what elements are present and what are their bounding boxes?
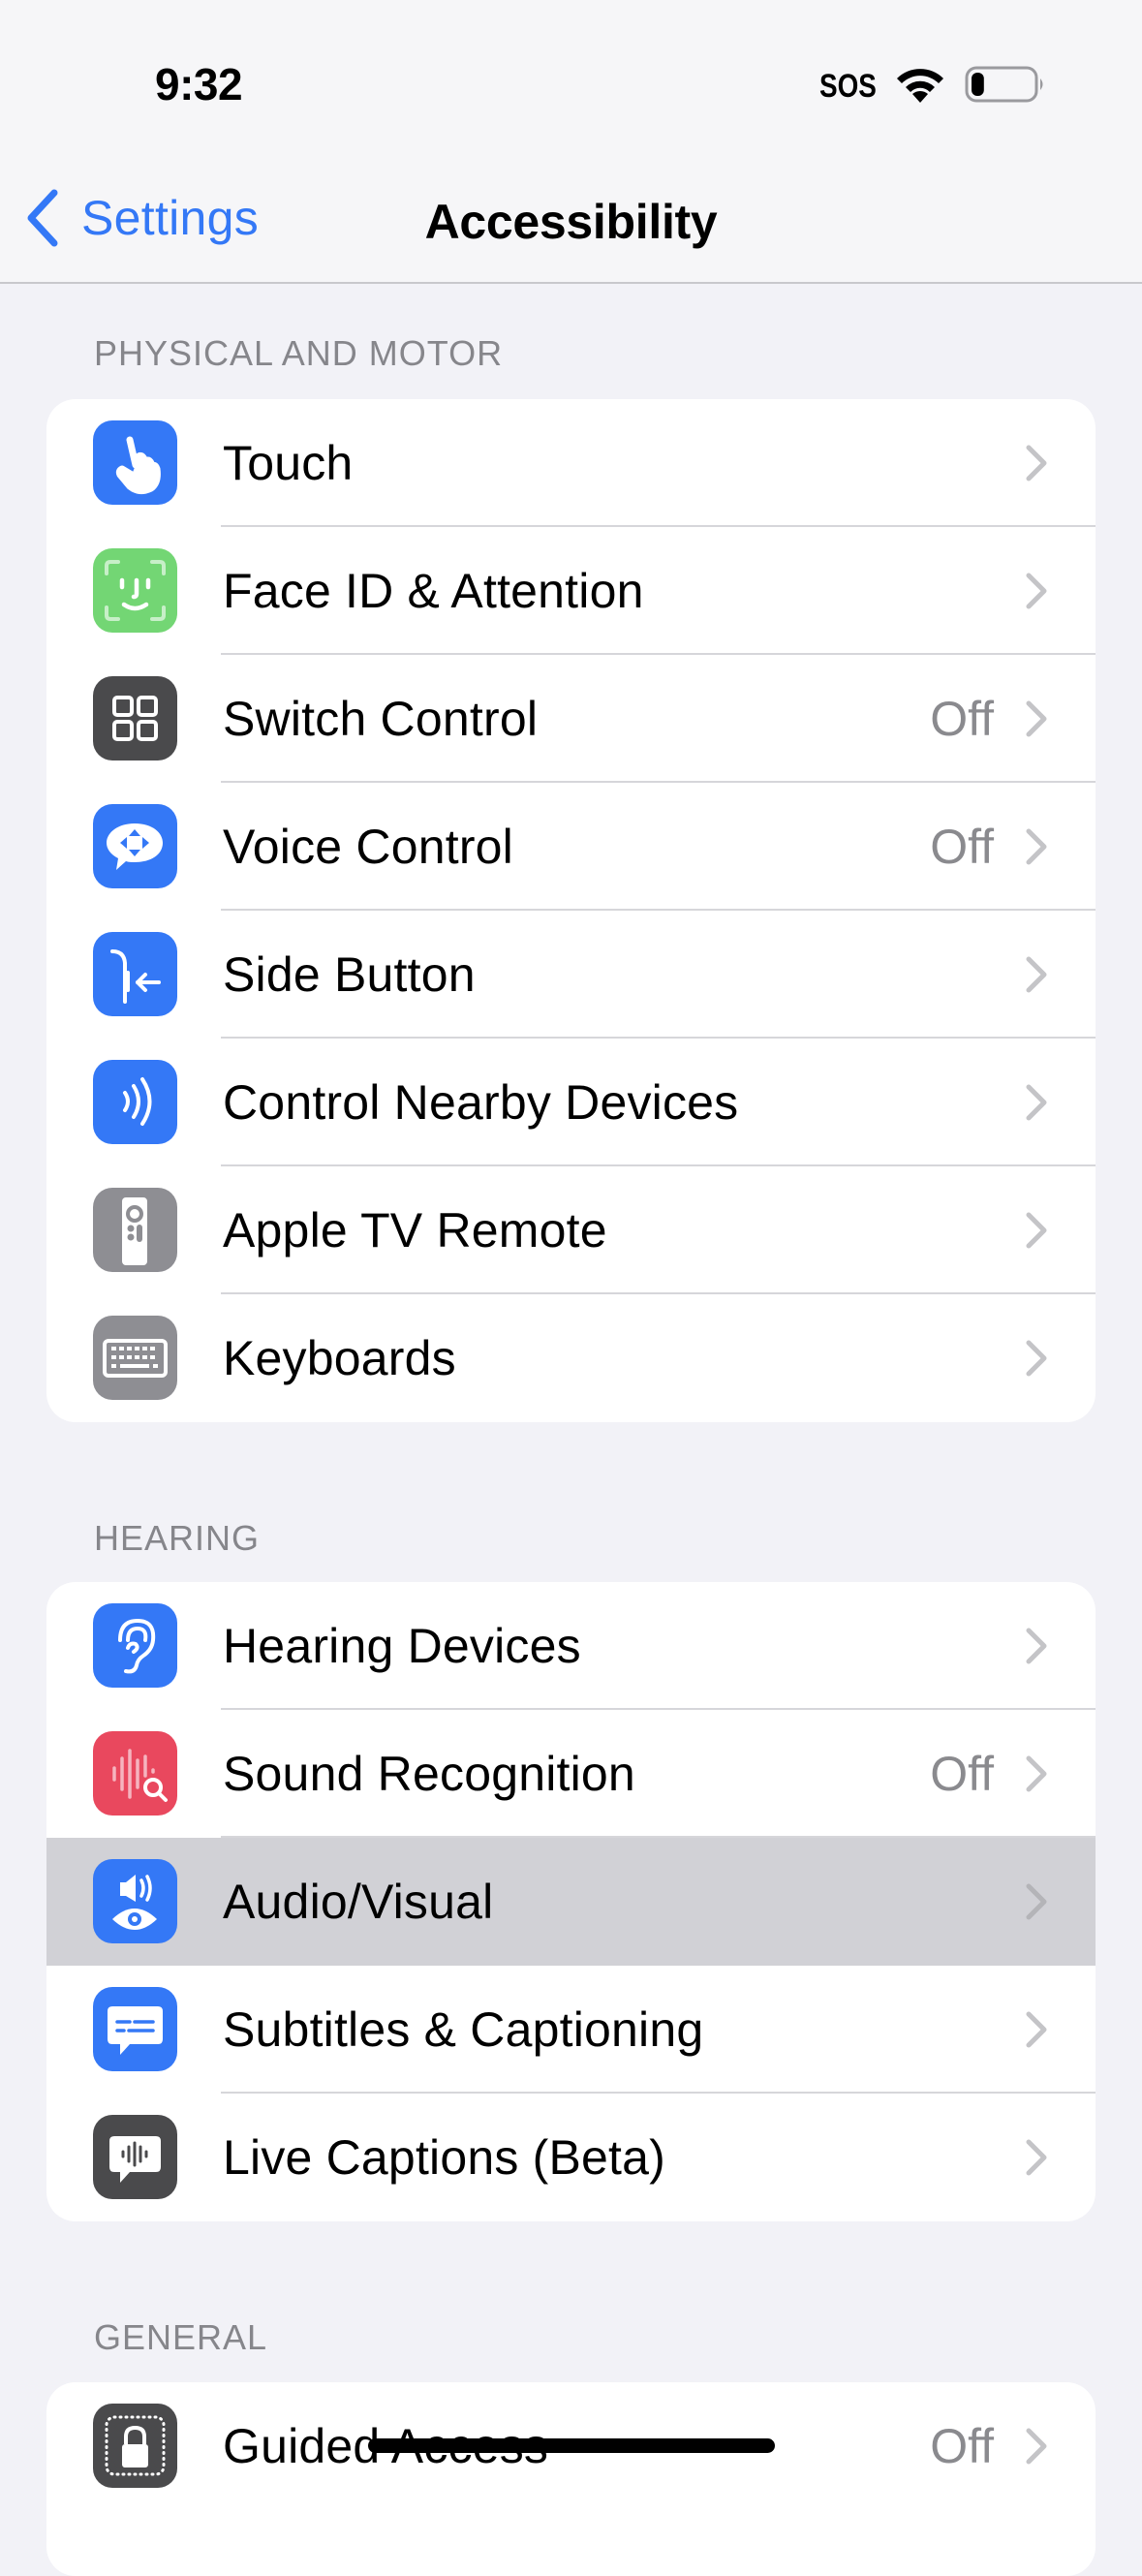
row-label: Hearing Devices <box>223 1619 581 1673</box>
tv-remote-icon <box>93 1188 177 1272</box>
chevron-right-icon <box>1026 828 1047 865</box>
page-title: Accessibility <box>424 195 718 249</box>
status-time: 9:32 <box>155 59 243 109</box>
row-label: Apple TV Remote <box>223 1203 607 1257</box>
nearby-devices-icon <box>93 1060 177 1144</box>
status-bar: 9:32 SOS <box>0 0 1142 145</box>
chevron-right-icon <box>1026 1084 1047 1121</box>
touch-hand-icon <box>93 420 177 505</box>
ear-icon <box>93 1603 177 1688</box>
wifi-icon <box>897 69 943 103</box>
live-captions-icon <box>93 2115 177 2199</box>
row-switch-control[interactable]: Switch Control Off <box>46 655 1096 783</box>
section-header-general: GENERAL <box>94 2317 268 2357</box>
row-side-button[interactable]: Side Button <box>46 911 1096 1039</box>
side-button-icon <box>93 932 177 1016</box>
row-subtitles-captioning[interactable]: Subtitles & Captioning <box>46 1966 1096 2094</box>
battery-icon <box>965 66 1043 103</box>
chevron-right-icon <box>1026 1755 1047 1792</box>
sos-indicator: SOS <box>819 68 877 105</box>
row-label: Touch <box>223 436 354 490</box>
row-voice-control[interactable]: Voice Control Off <box>46 783 1096 911</box>
sound-recognition-icon <box>93 1731 177 1816</box>
row-label: Control Nearby Devices <box>223 1075 739 1130</box>
row-control-nearby-devices[interactable]: Control Nearby Devices <box>46 1039 1096 1166</box>
hearing-list: Hearing Devices Sound Recognition Off Au… <box>46 1582 1096 2221</box>
row-label: Keyboards <box>223 1331 456 1385</box>
chevron-right-icon <box>1026 2428 1047 2465</box>
switch-control-grid-icon <box>93 676 177 760</box>
row-value: Off <box>930 1747 994 1801</box>
keyboard-icon <box>93 1316 177 1400</box>
chevron-right-icon <box>1026 700 1047 737</box>
audio-visual-icon <box>93 1859 177 1943</box>
chevron-right-icon <box>1026 445 1047 481</box>
row-label: Side Button <box>223 947 476 1002</box>
face-id-icon <box>93 548 177 633</box>
voice-control-icon <box>93 804 177 888</box>
row-value: Off <box>930 692 994 746</box>
row-hearing-devices[interactable]: Hearing Devices <box>46 1582 1096 1710</box>
chevron-right-icon <box>1026 1212 1047 1249</box>
section-header-physical-motor: PHYSICAL AND MOTOR <box>94 333 504 373</box>
row-label: Audio/Visual <box>223 1875 494 1929</box>
row-value: Off <box>930 820 994 874</box>
subtitles-icon <box>93 1987 177 2071</box>
chevron-right-icon <box>1026 1628 1047 1664</box>
navigation-bar: Settings Accessibility <box>0 145 1142 284</box>
guided-access-lock-icon <box>93 2404 177 2488</box>
chevron-right-icon <box>1026 2011 1047 2048</box>
row-value: Off <box>930 2419 994 2473</box>
general-list: Guided Access Off <box>46 2382 1096 2576</box>
row-label: Face ID & Attention <box>223 564 644 618</box>
battery-fill <box>972 73 984 96</box>
chevron-right-icon <box>1026 1340 1047 1377</box>
row-audio-visual[interactable]: Audio/Visual <box>46 1838 1096 1966</box>
chevron-right-icon <box>1026 956 1047 993</box>
home-indicator[interactable] <box>368 2438 775 2453</box>
row-live-captions[interactable]: Live Captions (Beta) <box>46 2094 1096 2221</box>
row-label: Subtitles & Captioning <box>223 2002 704 2057</box>
row-face-id-attention[interactable]: Face ID & Attention <box>46 527 1096 655</box>
row-touch[interactable]: Touch <box>46 399 1096 527</box>
section-header-hearing: HEARING <box>94 1518 261 1558</box>
physical-motor-list: Touch Face ID & Attention Switch Control… <box>46 399 1096 1422</box>
row-label: Live Captions (Beta) <box>223 2130 666 2185</box>
row-apple-tv-remote[interactable]: Apple TV Remote <box>46 1166 1096 1294</box>
row-label: Sound Recognition <box>223 1747 635 1801</box>
row-sound-recognition[interactable]: Sound Recognition Off <box>46 1710 1096 1838</box>
chevron-right-icon <box>1026 573 1047 609</box>
row-label: Voice Control <box>223 820 513 874</box>
row-label: Switch Control <box>223 692 539 746</box>
chevron-right-icon <box>1026 2139 1047 2176</box>
row-keyboards[interactable]: Keyboards <box>46 1294 1096 1422</box>
chevron-right-icon <box>1026 1883 1047 1920</box>
